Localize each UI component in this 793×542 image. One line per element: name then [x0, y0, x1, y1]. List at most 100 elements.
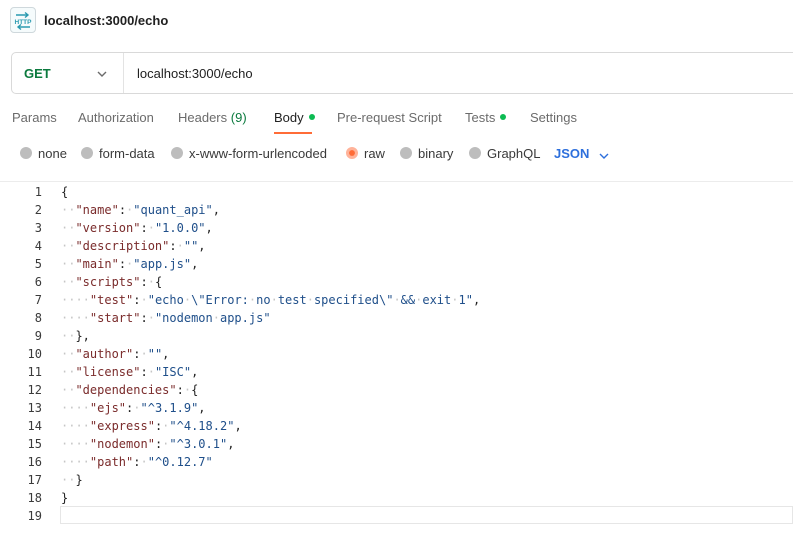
method-selector[interactable]: GET — [12, 53, 124, 93]
line-number: 18 — [27, 491, 42, 505]
code-text: ··"dependencies":·{ — [61, 383, 199, 397]
code-line[interactable]: 2 ··"name":·"quant_api", — [0, 201, 793, 219]
radio-circle — [20, 147, 32, 159]
code-line[interactable]: 17 ··} — [0, 471, 793, 489]
radio-form-data[interactable]: form-data — [81, 146, 155, 161]
code-line[interactable]: 15 ····"nodemon":·"^3.0.1", — [0, 435, 793, 453]
format-dropdown[interactable]: JSON — [554, 146, 589, 161]
tab-label: Authorization — [78, 110, 154, 125]
tab-tests[interactable]: Tests — [465, 110, 507, 125]
line-number: 8 — [34, 311, 42, 325]
code-line[interactable]: 3 ··"version":·"1.0.0", — [0, 219, 793, 237]
tab-label: Pre-request Script — [337, 110, 442, 125]
url-input[interactable]: localhost:3000/echo — [137, 66, 253, 81]
line-number: 9 — [34, 329, 42, 343]
tests-indicator-dot — [500, 114, 507, 120]
tab-settings[interactable]: Settings — [530, 110, 577, 125]
line-number: 1 — [34, 185, 42, 199]
tab-label: Body — [274, 110, 304, 125]
radio-raw[interactable]: raw — [346, 146, 385, 161]
code-text: ····"start":·"nodemon·app.js" — [61, 311, 271, 325]
radio-circle — [469, 147, 481, 159]
code-line[interactable]: 5 ··"main":·"app.js", — [0, 255, 793, 273]
radio-none[interactable]: none — [20, 146, 67, 161]
line-number: 3 — [34, 221, 42, 235]
line-number: 10 — [27, 347, 42, 361]
tab-label: Headers — [178, 110, 228, 125]
code-line[interactable]: 1{ — [0, 183, 793, 201]
line-number: 2 — [34, 203, 42, 217]
code-line[interactable]: 12 ··"dependencies":·{ — [0, 381, 793, 399]
tab-authorization[interactable]: Authorization — [78, 110, 154, 125]
request-header: HTTP localhost:3000/echo — [0, 0, 793, 42]
radio-binary[interactable]: binary — [400, 146, 453, 161]
code-text: ··"license":·"ISC", — [61, 365, 199, 379]
line-number: 19 — [27, 509, 42, 523]
line-number: 7 — [34, 293, 42, 307]
line-number: 17 — [27, 473, 42, 487]
code-text: ····"path":·"^0.12.7" — [61, 455, 213, 469]
code-text: { — [61, 185, 69, 199]
code-text: ··} — [61, 473, 83, 487]
body-type-options: none form-data x-www-form-urlencoded raw… — [0, 142, 793, 164]
code-line[interactable]: 9 ··}, — [0, 327, 793, 345]
active-tab-underline — [274, 132, 312, 134]
line-number: 4 — [34, 239, 42, 253]
radio-label: raw — [364, 146, 385, 161]
url-bar: GET localhost:3000/echo — [11, 52, 793, 94]
code-line[interactable]: 19 — [0, 507, 793, 525]
svg-text:HTTP: HTTP — [15, 19, 33, 26]
tab-label: Tests — [465, 110, 496, 125]
tab-label: Settings — [530, 110, 577, 125]
code-line[interactable]: 6 ··"scripts":·{ — [0, 273, 793, 291]
code-line[interactable]: 16 ····"path":·"^0.12.7" — [0, 453, 793, 471]
code-text: ····"nodemon":·"^3.0.1", — [61, 437, 235, 451]
line-number: 12 — [27, 383, 42, 397]
radio-label: x-www-form-urlencoded — [189, 146, 327, 161]
code-text: ····"ejs":·"^3.1.9", — [61, 401, 206, 415]
radio-label: none — [38, 146, 67, 161]
code-line[interactable]: 14 ····"express":·"^4.18.2", — [0, 417, 793, 435]
code-line[interactable]: 10 ··"author":·"", — [0, 345, 793, 363]
radio-circle — [171, 147, 183, 159]
line-number: 11 — [27, 365, 42, 379]
code-line[interactable]: 18} — [0, 489, 793, 507]
line-number: 13 — [27, 401, 42, 415]
tab-pre-request-script[interactable]: Pre-request Script — [337, 110, 442, 125]
code-text: ··"main":·"app.js", — [61, 257, 199, 271]
code-text: ··"version":·"1.0.0", — [61, 221, 213, 235]
radio-graphql[interactable]: GraphQL — [469, 146, 540, 161]
line-number: 6 — [34, 275, 42, 289]
method-label: GET — [24, 66, 51, 81]
code-text: ··"scripts":·{ — [61, 275, 163, 289]
code-editor[interactable]: 1{2 ··"name":·"quant_api", 3 ··"version":·"… — [0, 181, 793, 542]
radio-label: form-data — [99, 146, 155, 161]
chevron-down-icon — [96, 67, 108, 85]
code-line[interactable]: 8 ····"start":·"nodemon·app.js" — [0, 309, 793, 327]
code-line[interactable]: 7 ····"test":·"echo·\"Error:·no·test·spec… — [0, 291, 793, 309]
code-text: ··}, — [61, 329, 90, 343]
code-text: ····"test":·"echo·\"Error:·no·test·speci… — [61, 293, 481, 307]
code-line[interactable]: 11 ··"license":·"ISC", — [0, 363, 793, 381]
line-number: 15 — [27, 437, 42, 451]
radio-label: GraphQL — [487, 146, 541, 161]
line-number: 14 — [27, 419, 42, 433]
radio-circle — [81, 147, 93, 159]
chevron-down-icon[interactable] — [598, 149, 610, 167]
code-text: ··"description":·"", — [61, 239, 206, 253]
tab-params[interactable]: Params — [12, 110, 57, 125]
line-number: 16 — [27, 455, 42, 469]
code-line[interactable]: 13 ····"ejs":·"^3.1.9", — [0, 399, 793, 417]
radio-x-www-form-urlencoded[interactable]: x-www-form-urlencoded — [171, 146, 327, 161]
headers-count: (9) — [230, 110, 247, 125]
radio-label: binary — [418, 146, 454, 161]
code-text: ····"express":·"^4.18.2", — [61, 419, 242, 433]
code-text: ··"name":·"quant_api", — [61, 203, 220, 217]
tab-headers[interactable]: Headers (9) — [178, 110, 247, 125]
code-line[interactable]: 4 ··"description":·"", — [0, 237, 793, 255]
radio-circle-selected — [346, 147, 358, 159]
request-title[interactable]: localhost:3000/echo — [44, 13, 168, 28]
tab-label: Params — [12, 110, 57, 125]
tab-body[interactable]: Body — [274, 110, 315, 125]
line-number: 5 — [34, 257, 42, 271]
